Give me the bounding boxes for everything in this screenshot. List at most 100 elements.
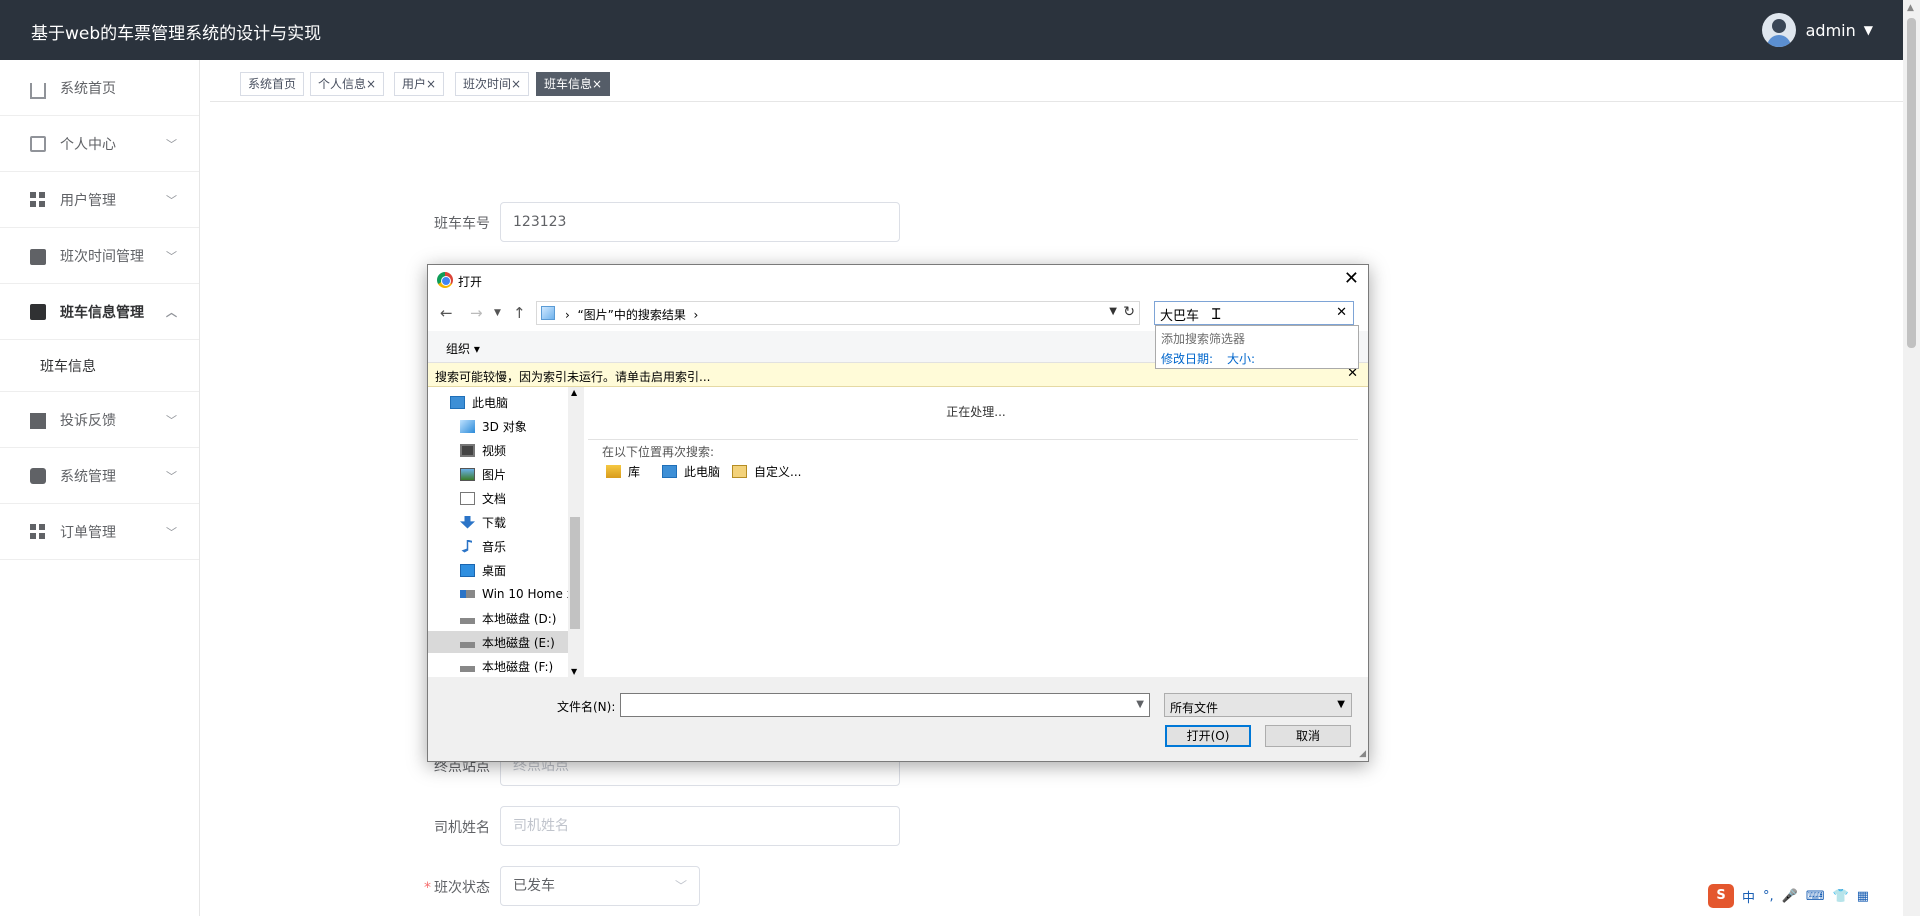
tree-item-desktop[interactable]: 桌面 (428, 559, 568, 581)
3d-objects-icon (460, 419, 475, 433)
user-name: admin (1805, 20, 1856, 40)
location-label: 库 (628, 465, 641, 479)
scroll-up-icon[interactable]: ▲ (571, 388, 577, 397)
chevron-down-icon[interactable]: ▼ (1109, 306, 1117, 317)
clear-search-icon[interactable]: ✕ (1336, 305, 1347, 320)
sidebar-item-schedule-management[interactable]: 班次时间管理 ﹀ (0, 228, 199, 284)
text-cursor-icon: Ɪ (1212, 305, 1221, 323)
tree-item-system-drive[interactable]: Win 10 Home x (428, 583, 568, 605)
filter-size[interactable]: 大小: (1227, 350, 1255, 367)
tree-scroll-thumb[interactable] (570, 517, 580, 629)
up-arrow-icon[interactable]: ↑ (513, 304, 526, 322)
close-icon[interactable]: ✕ (1344, 268, 1359, 289)
driver-name-input[interactable]: 司机姓名 (500, 806, 900, 846)
tree-item-drive-f[interactable]: 本地磁盘 (F:) (428, 655, 568, 677)
app-title: 基于web的车票管理系统的设计与实现 (31, 24, 322, 44)
sidebar-item-label: 班次时间管理 (60, 248, 144, 265)
sidebar-item-user-management[interactable]: 用户管理 ﹀ (0, 172, 199, 228)
dialog-title: 打开 (458, 275, 483, 289)
file-open-dialog: 打开 ✕ ← → ▼ ↑ › “图片”中的搜索结果 › ▼ ↻ 大巴车 Ɪ ✕ … (427, 264, 1369, 762)
filename-input[interactable]: ▼ (620, 693, 1150, 717)
close-icon[interactable]: × (426, 77, 436, 91)
search-again-custom[interactable]: 自定义... (732, 463, 801, 480)
tree-item-downloads[interactable]: 下载 (428, 511, 568, 533)
tab-home[interactable]: 系统首页 (240, 72, 305, 96)
filter-modified-date[interactable]: 修改日期: (1161, 350, 1213, 367)
file-list-area: 正在处理... 在以下位置再次搜索: 库 此电脑 自定义... (584, 387, 1368, 677)
filetype-select[interactable]: 所有文件 ▼ (1164, 693, 1352, 717)
ime-punctuation[interactable]: °, (1763, 889, 1774, 904)
grid-icon (30, 191, 46, 208)
sidebar-item-complaints[interactable]: 投诉反馈 ﹀ (0, 392, 199, 448)
sidebar-item-label: 个人中心 (60, 136, 116, 153)
back-arrow-icon[interactable]: ← (440, 304, 453, 322)
keyboard-icon[interactable]: ⌨ (1806, 889, 1825, 904)
ime-mode[interactable]: 中 (1742, 887, 1755, 906)
microphone-icon[interactable]: 🎤 (1782, 889, 1798, 904)
scroll-up-icon[interactable]: ▲ (1907, 3, 1914, 13)
resize-grip-icon[interactable]: ◢ (1359, 749, 1366, 759)
close-icon[interactable]: × (511, 77, 521, 91)
sidebar-item-personal-center[interactable]: 个人中心 ﹀ (0, 116, 199, 172)
drive-icon (460, 641, 475, 648)
sidebar-item-order-management[interactable]: 订单管理 ﹀ (0, 504, 199, 560)
scroll-down-icon[interactable]: ▼ (571, 667, 577, 676)
open-button[interactable]: 打开(O) (1165, 725, 1251, 747)
sidebar-item-bus-info-management[interactable]: 班车信息管理 ︿ (0, 284, 199, 340)
sidebar-item-label: 用户管理 (60, 192, 116, 209)
sidebar-subitem-bus-info[interactable]: 班车信息 (0, 340, 199, 392)
user-menu[interactable]: admin ▼ (1761, 13, 1873, 47)
search-value: 大巴车 (1160, 309, 1200, 324)
tree-item-music[interactable]: 音乐 (428, 535, 568, 557)
tree-item-videos[interactable]: 视频 (428, 439, 568, 461)
sidebar-item-system-management[interactable]: 系统管理 ﹀ (0, 448, 199, 504)
address-bar[interactable]: › “图片”中的搜索结果 › ▼ ↻ (536, 301, 1140, 325)
bus-status-select[interactable]: 已发车 ﹀ (500, 866, 700, 906)
close-icon[interactable]: × (366, 77, 376, 91)
cancel-button[interactable]: 取消 (1265, 725, 1351, 747)
tree-item-drive-e[interactable]: 本地磁盘 (E:) (428, 631, 568, 653)
search-input[interactable]: 大巴车 Ɪ ✕ (1154, 301, 1354, 325)
tree-item-pictures[interactable]: 图片 (428, 463, 568, 485)
tab-users[interactable]: 用户× (394, 72, 445, 96)
refresh-icon[interactable]: ↻ (1123, 304, 1135, 320)
chrome-icon (437, 272, 453, 288)
computer-icon (450, 395, 465, 409)
breadcrumb[interactable]: › “图片”中的搜索结果 › (565, 306, 698, 323)
grid-icon[interactable]: ▦ (1857, 889, 1869, 904)
music-icon (461, 539, 472, 553)
chevron-down-icon: ﹀ (166, 194, 177, 207)
bus-no-input[interactable]: 123123 (500, 202, 900, 242)
tab-personal-info[interactable]: 个人信息× (310, 72, 385, 96)
tab-label: 用户 (402, 77, 427, 91)
forward-arrow-icon[interactable]: → (470, 304, 483, 322)
recent-dropdown-icon[interactable]: ▼ (494, 308, 501, 318)
tree-item-label: 本地磁盘 (D:) (482, 611, 557, 626)
search-again-libraries[interactable]: 库 (606, 463, 640, 480)
skin-icon[interactable]: 👕 (1833, 889, 1849, 904)
tree-item-3d-objects[interactable]: 3D 对象 (428, 415, 568, 437)
tree-item-this-pc[interactable]: 此电脑 (428, 391, 568, 413)
tree-item-label: 桌面 (482, 563, 507, 578)
sidebar-item-home[interactable]: 系统首页 (0, 60, 199, 116)
windows-drive-icon (460, 590, 475, 598)
ime-toolbar[interactable]: S 中 °, 🎤 ⌨ 👕 ▦ (1708, 884, 1869, 908)
filename-label: 文件名(N): (557, 700, 616, 714)
tree-item-documents[interactable]: 文档 (428, 487, 568, 509)
info-text[interactable]: 搜索可能较慢，因为索引未运行。请单击启用索引... (435, 368, 710, 385)
chevron-down-icon: ﹀ (166, 414, 177, 427)
tree-item-drive-d[interactable]: 本地磁盘 (D:) (428, 607, 568, 629)
page-scrollbar[interactable]: ▲ (1903, 0, 1920, 916)
top-header: 基于web的车票管理系统的设计与实现 admin ▼ (0, 0, 1903, 60)
tab-bus-info[interactable]: 班车信息× (536, 72, 611, 96)
tree-item-label: 3D 对象 (482, 419, 527, 434)
tree-scrollbar[interactable]: ▲ ▼ (568, 387, 582, 677)
page-scroll-thumb[interactable] (1907, 18, 1916, 348)
location-label: 此电脑 (684, 465, 721, 479)
chevron-down-icon[interactable]: ▼ (1136, 699, 1144, 710)
chevron-down-icon: ﹀ (166, 138, 177, 151)
search-again-this-pc[interactable]: 此电脑 (662, 463, 720, 480)
close-icon[interactable]: × (592, 77, 602, 91)
organize-button[interactable]: 组织 ▾ (446, 340, 480, 357)
tab-schedule-time[interactable]: 班次时间× (455, 72, 530, 96)
